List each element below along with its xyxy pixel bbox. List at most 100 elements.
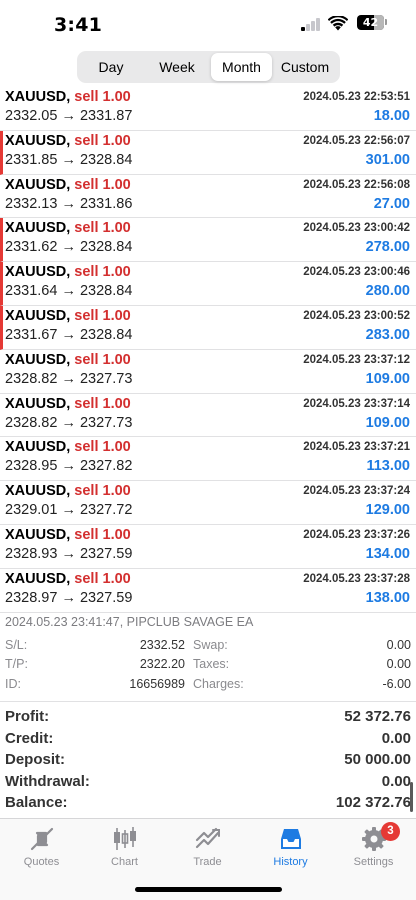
wifi-icon	[328, 16, 348, 31]
summary-divider	[0, 701, 416, 702]
deal-side: sell 1.00	[74, 132, 131, 149]
deal-detail: 2024.05.23 23:41:47, PIPCLUB SAVAGE EA S…	[0, 612, 416, 698]
deal-datetime: 2024.05.23 23:37:24	[303, 485, 410, 498]
deal-side: sell 1.00	[74, 176, 131, 193]
tp-value: 2322.20	[139, 657, 185, 671]
deal-row[interactable]: XAUUSD, sell 1.00 2331.62 → 2328.84 2024…	[0, 218, 416, 263]
deal-symbol: XAUUSD,	[5, 176, 71, 193]
deal-symbol: XAUUSD,	[5, 395, 71, 412]
period-month[interactable]: Month	[211, 53, 272, 81]
deal-row[interactable]: XAUUSD, sell 1.00 2332.13 → 2331.86 2024…	[0, 175, 416, 219]
deal-datetime: 2024.05.23 23:00:52	[303, 309, 410, 322]
summary-credit: Credit: 0.00	[0, 729, 416, 751]
deal-symbol: XAUUSD,	[5, 264, 71, 281]
deal-row[interactable]: XAUUSD, sell 1.00 2331.64 → 2328.84 2024…	[0, 262, 416, 306]
tab-quotes[interactable]: Quotes	[0, 825, 83, 868]
deal-row[interactable]: XAUUSD, sell 1.00 2328.82 → 2327.73 2024…	[0, 350, 416, 394]
deal-side: sell 1.00	[74, 439, 131, 456]
swap-label: Swap:	[193, 638, 228, 652]
deal-profit: 18.00	[373, 108, 410, 124]
sl-value: 2332.52	[139, 638, 185, 652]
taxes-value: 0.00	[386, 657, 411, 671]
deal-side: sell 1.00	[74, 89, 131, 105]
home-indicator[interactable]	[135, 887, 282, 892]
tab-settings[interactable]: 3 Settings	[332, 822, 415, 868]
summary-label: Deposit:	[5, 751, 65, 768]
tab-label: Chart	[111, 856, 138, 868]
tab-chart[interactable]: Chart	[83, 825, 166, 868]
deal-row[interactable]: XAUUSD, sell 1.00 2331.67 → 2328.84 2024…	[0, 305, 416, 350]
cellular-signal-icon	[301, 18, 321, 31]
deal-profit: 113.00	[366, 458, 410, 475]
deal-datetime: 2024.05.23 23:37:28	[303, 572, 410, 585]
deal-profit: 27.00	[373, 195, 410, 212]
deal-row[interactable]: XAUUSD, sell 1.00 2328.93 → 2327.59 2024…	[0, 525, 416, 569]
deal-profit: 301.00	[365, 151, 410, 168]
summary-value: 50 000.00	[344, 751, 411, 768]
deal-profit: 138.00	[365, 589, 410, 606]
deal-profit: 129.00	[365, 502, 410, 519]
account-summary: Profit: 52 372.76 Credit: 0.00 Deposit: …	[0, 707, 416, 815]
deal-symbol: XAUUSD,	[5, 89, 71, 105]
period-day[interactable]: Day	[79, 53, 143, 81]
summary-label: Balance:	[5, 794, 68, 811]
charges-label: Charges:	[193, 677, 244, 691]
deal-datetime: 2024.05.23 23:00:46	[303, 266, 410, 279]
deal-prices: 2332.05 → 2331.87	[5, 108, 133, 124]
deal-datetime: 2024.05.23 23:37:12	[303, 353, 410, 366]
deal-row[interactable]: XAUUSD, sell 1.00 2328.82 → 2327.73 2024…	[0, 394, 416, 438]
deal-profit: 280.00	[365, 283, 410, 300]
deal-row[interactable]: XAUUSD, sell 1.00 2332.05 → 2331.87 2024…	[0, 87, 416, 131]
deal-row[interactable]: XAUUSD, sell 1.00 2329.01 → 2327.72 2024…	[0, 481, 416, 525]
deal-datetime: 2024.05.23 23:37:26	[303, 528, 410, 541]
deal-symbol: XAUUSD,	[5, 526, 71, 543]
deal-datetime: 2024.05.23 22:56:08	[303, 178, 410, 191]
deal-side: sell 1.00	[74, 526, 131, 543]
summary-value: 102 372.76	[335, 794, 411, 811]
status-bar: 3:41 42	[0, 0, 416, 48]
deal-side: sell 1.00	[74, 395, 131, 412]
summary-profit: Profit: 52 372.76	[0, 707, 416, 729]
deal-symbol: XAUUSD,	[5, 439, 71, 456]
deal-row[interactable]: XAUUSD, sell 1.00 2331.85 → 2328.84 2024…	[0, 130, 416, 175]
trade-icon	[195, 827, 220, 849]
tab-trade[interactable]: Trade	[166, 825, 249, 868]
chart-icon	[113, 827, 136, 850]
taxes-label: Taxes:	[193, 657, 230, 671]
tab-label: Quotes	[23, 856, 60, 868]
deal-side: sell 1.00	[74, 570, 131, 587]
deal-prices: 2331.85 → 2328.84	[5, 151, 133, 168]
summary-value: 0.00	[381, 772, 411, 790]
period-custom[interactable]: Custom	[272, 53, 338, 81]
detail-info: 2024.05.23 23:41:47, PIPCLUB SAVAGE EA	[5, 615, 254, 629]
scroll-indicator[interactable]	[410, 782, 413, 812]
deal-side: sell 1.00	[74, 264, 131, 281]
deal-profit: 283.00	[365, 326, 410, 343]
battery-level: 42	[362, 16, 379, 29]
summary-balance: Balance: 102 372.76	[0, 793, 416, 815]
summary-value: 52 372.76	[344, 708, 411, 725]
tab-label: History	[273, 856, 308, 868]
deal-row[interactable]: XAUUSD, sell 1.00 2328.95 → 2327.82 2024…	[0, 437, 416, 482]
deal-datetime: 2024.05.23 22:56:07	[303, 134, 410, 147]
tab-history[interactable]: History	[249, 825, 332, 868]
deal-datetime: 2024.05.23 23:37:14	[303, 397, 410, 410]
summary-value: 0.00	[381, 729, 411, 747]
deal-datetime: 2024.05.23 23:37:21	[303, 441, 410, 454]
deal-datetime: 2024.05.23 22:53:51	[303, 91, 410, 103]
status-time: 3:41	[54, 14, 103, 36]
quotes-icon	[30, 827, 53, 851]
id-label: ID:	[5, 677, 21, 691]
deal-row[interactable]: XAUUSD, sell 1.00 2328.97 → 2327.59 2024…	[0, 569, 416, 613]
deal-prices: 2328.82 → 2327.73	[5, 370, 133, 387]
deal-profit: 278.00	[365, 239, 410, 256]
deal-side: sell 1.00	[74, 307, 131, 324]
deal-datetime: 2024.05.23 23:00:42	[303, 222, 410, 235]
deal-prices: 2332.13 → 2331.86	[5, 195, 133, 212]
deal-profit: 109.00	[365, 370, 410, 387]
deal-prices: 2331.62 → 2328.84	[5, 239, 133, 256]
period-week[interactable]: Week	[143, 53, 211, 81]
deal-prices: 2328.97 → 2327.59	[5, 589, 133, 606]
deal-symbol: XAUUSD,	[5, 351, 71, 368]
id-value: 16656989	[129, 677, 185, 691]
